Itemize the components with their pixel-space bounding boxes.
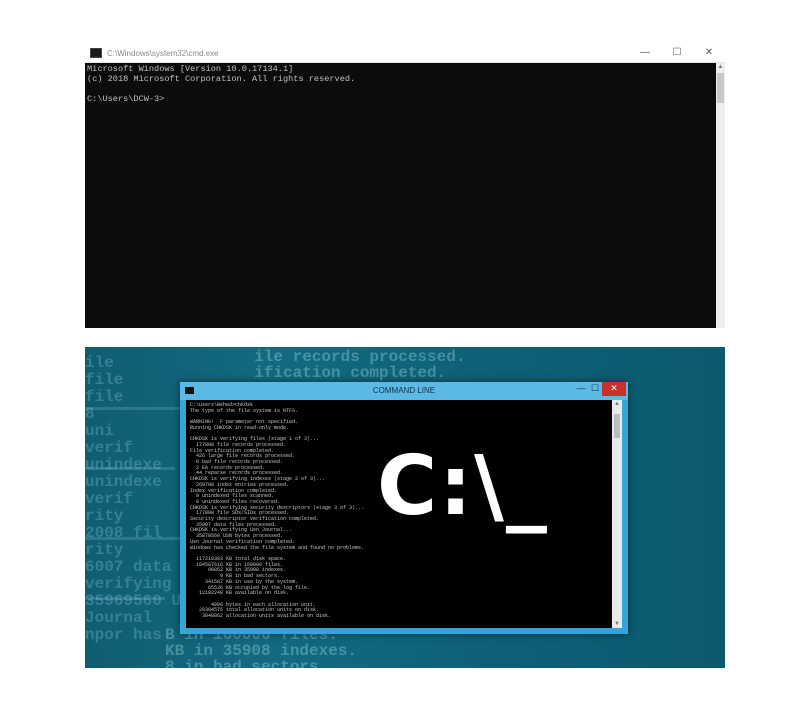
title-bar[interactable]: C:\Windows\system32\cmd.exe — ☐ ✕ (85, 44, 725, 63)
background-text-top: ile records processed. ification complet… (254, 348, 466, 382)
minimize-button[interactable]: — (574, 382, 588, 396)
light-streak (85, 407, 195, 410)
window-title: COMMAND LINE (372, 386, 436, 395)
scrollbar-thumb[interactable] (614, 414, 620, 438)
light-streak (85, 537, 185, 540)
cmd-app-icon (90, 48, 102, 58)
light-streak (85, 467, 175, 470)
light-streak (85, 597, 165, 600)
command-line-illustration: ile file file 8 uni verif unindexe unind… (85, 347, 725, 668)
maximize-button[interactable]: ☐ (661, 44, 693, 62)
maximize-button[interactable]: ☐ (588, 382, 602, 396)
minimize-button[interactable]: — (629, 44, 661, 62)
title-bar[interactable]: COMMAND LINE — ☐ ✕ (180, 382, 628, 400)
console-line: Microsoft Windows [Version 10.0.17134.1] (87, 64, 294, 74)
close-button[interactable]: ✕ (602, 382, 626, 396)
close-button[interactable]: ✕ (693, 44, 725, 62)
window-title: C:\Windows\system32\cmd.exe (107, 48, 219, 58)
scroll-up-icon[interactable]: ▲ (612, 401, 622, 407)
console-line: (c) 2018 Microsoft Corporation. All righ… (87, 74, 356, 84)
vertical-scrollbar[interactable]: ▲ (716, 63, 725, 328)
window-bottom-border (186, 628, 622, 634)
scrollbar-thumb[interactable] (717, 73, 724, 103)
background-text-left: ile file file 8 uni verif unindexe unind… (85, 354, 182, 644)
cmd-window: C:\Windows\system32\cmd.exe — ☐ ✕ Micros… (85, 44, 725, 328)
scroll-down-icon[interactable]: ▼ (612, 621, 622, 627)
scroll-up-icon[interactable]: ▲ (716, 64, 725, 70)
command-prompt: C:\Users\DCW-3> (87, 94, 165, 104)
command-prompt-graphic: C:\_ (377, 439, 549, 534)
vertical-scrollbar[interactable]: ▲ ▼ (612, 400, 622, 628)
console-output[interactable]: Microsoft Windows [Version 10.0.17134.1]… (85, 63, 716, 328)
